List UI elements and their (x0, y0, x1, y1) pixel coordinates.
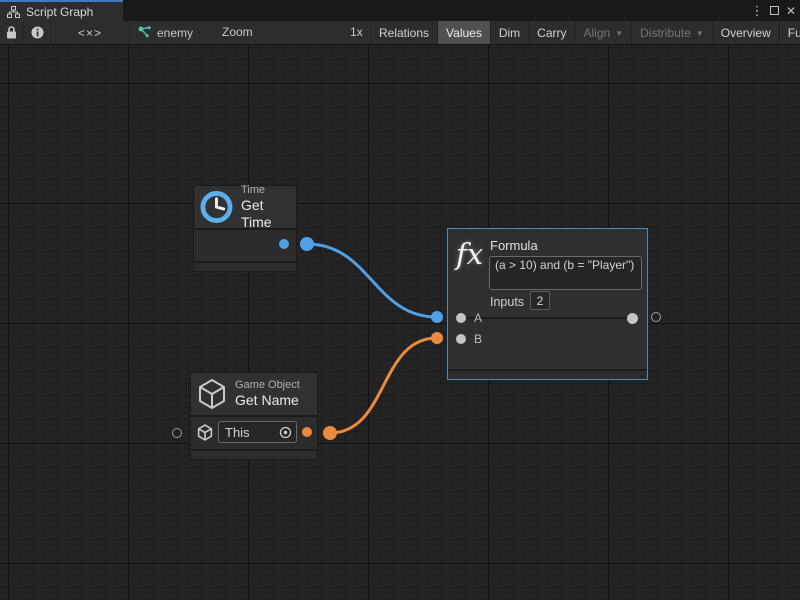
window-menu-button[interactable]: ⋮ (750, 0, 764, 21)
formula-fx-icon: fx (456, 237, 490, 271)
formula-footer (448, 369, 647, 379)
formula-expression-field[interactable]: (a > 10) and (b = "Player") (489, 256, 642, 290)
toolbar-button-label: Distribute (640, 26, 691, 40)
formula-port-b-label: B (474, 332, 482, 346)
zoom-value: 1x (350, 25, 363, 39)
formula-output-port[interactable] (627, 313, 638, 324)
clock-icon (200, 190, 233, 224)
toolbar-button-values[interactable]: Values (437, 21, 490, 44)
graph-name-label: enemy (157, 26, 193, 40)
get-time-footer (194, 261, 296, 271)
wire-getname-to-formula-b[interactable] (330, 338, 437, 433)
get-time-header: Time Get Time (194, 186, 296, 230)
zoom-label: Zoom (222, 25, 253, 39)
game-object-mini-icon (197, 424, 213, 441)
dropdown-arrow-icon: ▼ (696, 29, 704, 38)
window-close-button[interactable]: ✕ (783, 0, 799, 21)
toolbar-button-label: Relations (379, 26, 429, 40)
maximize-icon (770, 6, 779, 15)
node-get-time[interactable]: Time Get Time (193, 185, 297, 272)
info-icon (31, 26, 44, 39)
toolbar-button-label: Dim (499, 26, 520, 40)
toolbar-button-align[interactable]: Align ▼ (575, 21, 632, 44)
graph-canvas[interactable]: Time Get Time fx Formula (a > 10) and (b… (0, 45, 800, 600)
wire-gettime-to-formula-a[interactable] (307, 244, 437, 317)
script-graph-icon (7, 6, 20, 18)
inspect-button[interactable] (24, 21, 50, 44)
toolbar-button-dim[interactable]: Dim (490, 21, 528, 44)
toolbar-button-carry[interactable]: Carry (528, 21, 574, 44)
getname-target-object-field[interactable]: This (218, 421, 297, 443)
target-object-value: This (225, 425, 279, 440)
code-brackets-icon: <×> (78, 26, 102, 40)
toolbar-button-label: Carry (537, 26, 566, 40)
formula-inputs-label: Inputs (490, 295, 524, 309)
lock-button[interactable] (0, 21, 23, 44)
get-time-title: Get Time (241, 197, 296, 231)
lock-icon (6, 26, 17, 39)
window-maximize-button[interactable] (766, 0, 782, 21)
get-name-output-port[interactable] (302, 427, 312, 437)
tab-script-graph[interactable]: Script Graph (0, 0, 123, 21)
wire-start-dot-blue[interactable] (300, 237, 314, 251)
toolbar-buttons: Relations Values Dim Carry Align ▼ Distribute ▼… (370, 21, 800, 44)
formula-title: Formula (490, 238, 538, 253)
tab-title: Script Graph (26, 5, 93, 19)
get-name-body: This (191, 417, 317, 447)
wire-start-dot-orange[interactable] (323, 426, 337, 440)
wires-layer (0, 45, 800, 600)
graph-icon (138, 26, 152, 39)
get-name-category: Game Object (235, 379, 300, 392)
dropdown-arrow-icon: ▼ (615, 29, 623, 38)
toolbar-button-label: Full Screen (788, 26, 800, 40)
formula-port-a-label: A (474, 311, 482, 325)
toolbar-button-overview[interactable]: Overview (712, 21, 779, 44)
get-name-title: Get Name (235, 392, 300, 409)
wire-end-dot-blue[interactable] (431, 311, 443, 323)
toolbar-button-full-screen[interactable]: Full Screen (779, 21, 800, 44)
node-get-name[interactable]: Game Object Get Name This (190, 372, 318, 460)
formula-input-port-b[interactable] (456, 334, 466, 344)
toolbar-button-label: Values (446, 26, 482, 40)
script-graph-window: Script Graph ⋮ ✕ <×> (0, 0, 800, 600)
formula-input-port-a[interactable] (456, 313, 466, 323)
game-object-cube-icon (197, 378, 227, 410)
graph-toolbar: <×> enemy Zoom 1x Relations Values Dim Carr… (0, 21, 800, 45)
get-name-header: Game Object Get Name (191, 373, 317, 417)
toolbar-button-relations[interactable]: Relations (370, 21, 437, 44)
formula-inputs-count-field[interactable]: 2 (530, 291, 550, 310)
toolbar-button-label: Align (584, 26, 611, 40)
get-time-output-port[interactable] (279, 239, 289, 249)
object-picker-icon[interactable] (279, 426, 292, 439)
toolbar-button-label: Overview (721, 26, 771, 40)
formula-output-free-port[interactable] (651, 312, 661, 322)
node-formula[interactable]: fx Formula (a > 10) and (b = "Player") I… (447, 228, 648, 380)
wire-end-dot-orange[interactable] (431, 332, 443, 344)
formula-value-line (456, 317, 634, 319)
tab-bar: Script Graph ⋮ ✕ (0, 0, 800, 21)
getname-input-free-port[interactable] (172, 428, 182, 438)
toolbar-button-distribute[interactable]: Distribute ▼ (631, 21, 712, 44)
code-view-button[interactable]: <×> (51, 21, 129, 44)
get-time-body (194, 230, 296, 259)
graph-breadcrumb[interactable]: enemy (138, 21, 193, 44)
get-time-category: Time (241, 184, 296, 197)
get-name-footer (191, 449, 317, 459)
